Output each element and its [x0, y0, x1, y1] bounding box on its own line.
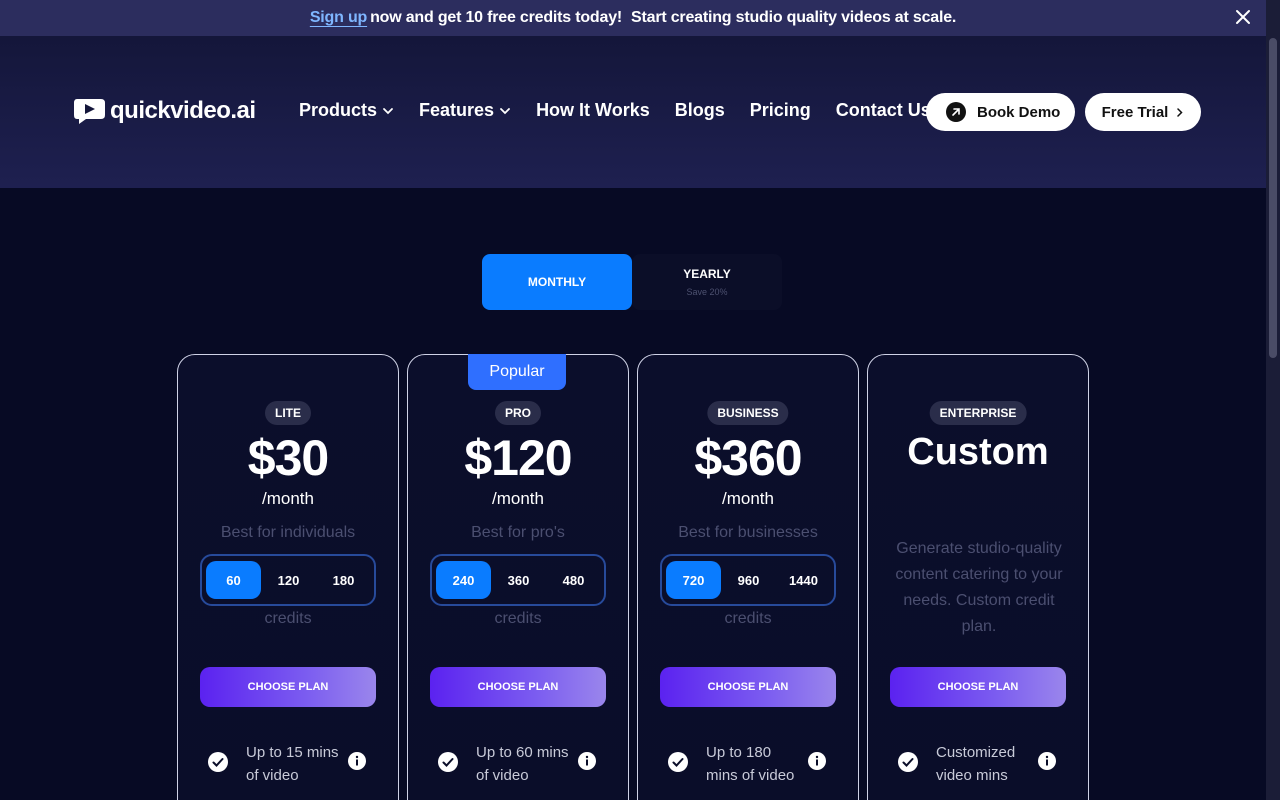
plan-tier-badge: BUSINESS — [707, 401, 789, 425]
credit-selector: 720 960 1440 — [660, 554, 836, 606]
check-circle-icon — [668, 752, 688, 772]
info-icon[interactable] — [578, 752, 596, 770]
plan-price: Custom — [907, 431, 1049, 473]
info-icon[interactable] — [348, 752, 366, 770]
chevron-down-icon — [383, 107, 393, 114]
billing-toggle: MONTHLY YEARLY Save 20% — [482, 254, 782, 310]
plan-feature-text: Customized video mins — [936, 744, 1016, 784]
nav-contact-us[interactable]: Contact Us — [836, 100, 931, 121]
plan-feature: Up to 60 mins of video — [438, 739, 608, 785]
plan-tier-badge: LITE — [265, 401, 311, 425]
main-nav: Products Features How It Works Blogs Pri… — [299, 100, 956, 121]
plan-card-pro: PRO $120 /month Best for pro's 240 360 4… — [407, 354, 629, 800]
popular-badge: Popular — [468, 354, 566, 390]
plan-tier-badge: PRO — [494, 401, 542, 425]
credit-option[interactable]: 60 — [206, 561, 261, 599]
plan-period: /month — [492, 489, 544, 508]
plan-feature: Up to 180 mins of video — [668, 739, 838, 785]
free-trial-button[interactable]: Free Trial — [1085, 93, 1201, 131]
logo-icon — [74, 99, 105, 124]
chevron-down-icon — [500, 107, 510, 114]
plan-feature-text: Up to 60 mins of video — [476, 744, 569, 784]
plan-card-lite: LITE $30 /month Best for individuals 60 … — [177, 354, 399, 800]
logo-text: quickvideo.ai — [110, 97, 256, 124]
nav-blogs[interactable]: Blogs — [675, 100, 725, 121]
plan-feature-text: Up to 180 mins of video — [706, 744, 795, 784]
plan-price: $120 — [464, 430, 572, 486]
plan-period: /month — [722, 489, 774, 508]
credit-option[interactable]: 180 — [316, 561, 371, 599]
plan-card-enterprise: ENTERPRISE Custom Generate studio-qualit… — [867, 354, 1089, 800]
credit-option[interactable]: 120 — [261, 561, 316, 599]
yearly-label: YEARLY — [683, 267, 731, 281]
nav-how-it-works[interactable]: How It Works — [536, 100, 650, 121]
choose-plan-button[interactable]: CHOOSE PLAN — [890, 667, 1066, 707]
plan-feature-text: Up to 15 mins of video — [246, 744, 339, 784]
close-icon[interactable] — [1234, 8, 1252, 26]
plan-price: $360 — [694, 430, 802, 486]
plan-tagline: Best for businesses — [678, 524, 818, 541]
chevron-right-icon — [1177, 107, 1183, 117]
plan-feature: Customized video mins — [898, 739, 1068, 785]
credits-label: credits — [494, 610, 542, 627]
nav-pricing[interactable]: Pricing — [750, 100, 811, 121]
choose-plan-button[interactable]: CHOOSE PLAN — [660, 667, 836, 707]
credit-option[interactable]: 240 — [436, 561, 491, 599]
plan-description: Generate studio-quality content catering… — [895, 540, 1063, 635]
nav-products-label: Products — [299, 100, 378, 120]
scrollbar-thumb[interactable] — [1269, 38, 1277, 358]
announcement-message: now and get 10 free credits today! — [370, 9, 623, 26]
announcement-message-2: Start creating studio quality videos at … — [631, 9, 957, 26]
credit-option[interactable]: 960 — [721, 561, 776, 599]
info-icon[interactable] — [808, 752, 826, 770]
nav-products[interactable]: Products — [299, 100, 394, 121]
credit-selector: 240 360 480 — [430, 554, 606, 606]
credit-option[interactable]: 480 — [546, 561, 601, 599]
book-demo-label: Book Demo — [977, 103, 1061, 121]
book-demo-button[interactable]: Book Demo — [926, 93, 1075, 131]
nav-features-label: Features — [419, 100, 495, 120]
credit-option[interactable]: 720 — [666, 561, 721, 599]
plan-tagline: Best for pro's — [471, 524, 565, 541]
free-trial-label: Free Trial — [1101, 103, 1169, 121]
plan-tier-badge: ENTERPRISE — [929, 401, 1027, 425]
yearly-save-note: Save 20% — [686, 287, 728, 297]
plan-period: /month — [262, 489, 314, 508]
nav-features[interactable]: Features — [419, 100, 511, 121]
plan-tagline: Best for individuals — [220, 524, 356, 541]
credit-option[interactable]: 1440 — [776, 561, 831, 599]
credits-label: credits — [724, 610, 772, 627]
signup-link[interactable]: Sign up — [310, 9, 367, 27]
check-circle-icon — [438, 752, 458, 772]
choose-plan-button[interactable]: CHOOSE PLAN — [200, 667, 376, 707]
page-scrollbar[interactable] — [1266, 0, 1280, 800]
logo[interactable]: quickvideo.ai — [74, 96, 256, 126]
info-icon[interactable] — [1038, 752, 1056, 770]
announcement-bar: Sign up now and get 10 free credits toda… — [0, 0, 1266, 36]
credit-option[interactable]: 360 — [491, 561, 546, 599]
check-circle-icon — [208, 752, 228, 772]
choose-plan-button[interactable]: CHOOSE PLAN — [430, 667, 606, 707]
monthly-toggle[interactable]: MONTHLY — [482, 254, 632, 310]
plan-feature: Up to 15 mins of video — [208, 739, 378, 785]
plan-card-business: BUSINESS $360 /month Best for businesses… — [637, 354, 859, 800]
plan-price: $30 — [247, 430, 329, 486]
credit-selector: 60 120 180 — [200, 554, 376, 606]
yearly-toggle[interactable]: YEARLY Save 20% — [632, 254, 782, 310]
arrow-up-right-icon — [946, 102, 966, 122]
credits-label: credits — [264, 610, 312, 627]
check-circle-icon — [898, 752, 918, 772]
site-header: quickvideo.ai Products Features How It W… — [0, 36, 1266, 188]
